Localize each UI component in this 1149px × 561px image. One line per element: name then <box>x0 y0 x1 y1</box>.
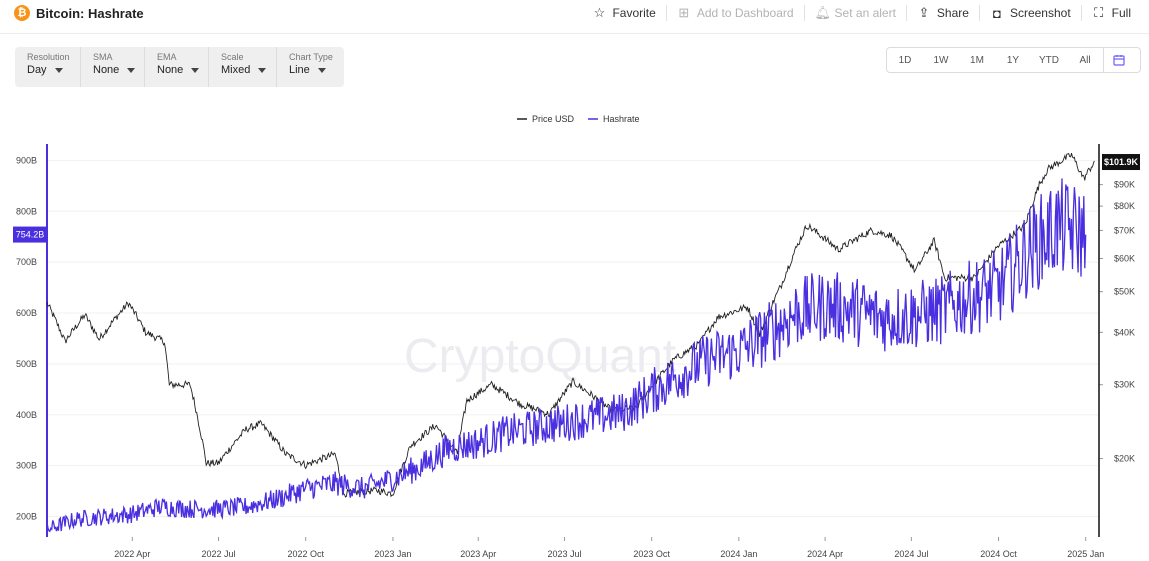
x-tick-label: 2023 Oct <box>633 549 670 559</box>
x-tick-label: 2022 Jul <box>202 549 236 559</box>
watermark: CryptoQuant <box>404 330 676 383</box>
y-left-tick-label: 400B <box>16 410 37 420</box>
y-right-tick-label: $80K <box>1114 201 1135 211</box>
y-left-tick-label: 900B <box>16 155 37 165</box>
hashrate-last-value-label: 754.2B <box>16 230 45 240</box>
y-right-tick-label: $90K <box>1114 180 1135 190</box>
y-left-tick-label: 300B <box>16 461 37 471</box>
x-tick-label: 2023 Apr <box>460 549 496 559</box>
chart-value-labels: 754.2B $101.9K <box>13 154 1140 243</box>
y-left-tick-label: 800B <box>16 206 37 216</box>
y-right-tick-label: $60K <box>1114 253 1135 263</box>
y-right-tick-label: $70K <box>1114 225 1135 235</box>
y-left-tick-label: 600B <box>16 308 37 318</box>
y-right-tick-label: $50K <box>1114 287 1135 297</box>
price-last-value-label: $101.9K <box>1104 157 1139 167</box>
y-left-tick-label: 200B <box>16 512 37 522</box>
x-tick-label: 2023 Jan <box>374 549 411 559</box>
x-tick-label: 2024 Jul <box>894 549 928 559</box>
x-tick-label: 2024 Apr <box>807 549 843 559</box>
hashrate-chart: CryptoQuant Price USD Hashrate 900B 800B 70… <box>13 114 1140 559</box>
x-tick-label: 2022 Apr <box>114 549 150 559</box>
y-left-tick-label: 700B <box>16 257 37 267</box>
x-tick-label: 2025 Jan <box>1067 549 1104 559</box>
legend-label: Hashrate <box>603 114 640 124</box>
chart-legend: Price USD Hashrate <box>517 114 640 124</box>
y-right-tick-label: $40K <box>1114 327 1135 337</box>
x-tick-label: 2024 Jan <box>720 549 757 559</box>
y-right-tick-label: $30K <box>1114 380 1135 390</box>
x-tick-label: 2022 Oct <box>287 549 324 559</box>
x-tick-label: 2023 Jul <box>547 549 581 559</box>
y-right-tick-label: $20K <box>1114 454 1135 464</box>
x-tick-label: 2024 Oct <box>980 549 1017 559</box>
y-left-tick-label: 500B <box>16 359 37 369</box>
legend-label: Price USD <box>532 114 575 124</box>
